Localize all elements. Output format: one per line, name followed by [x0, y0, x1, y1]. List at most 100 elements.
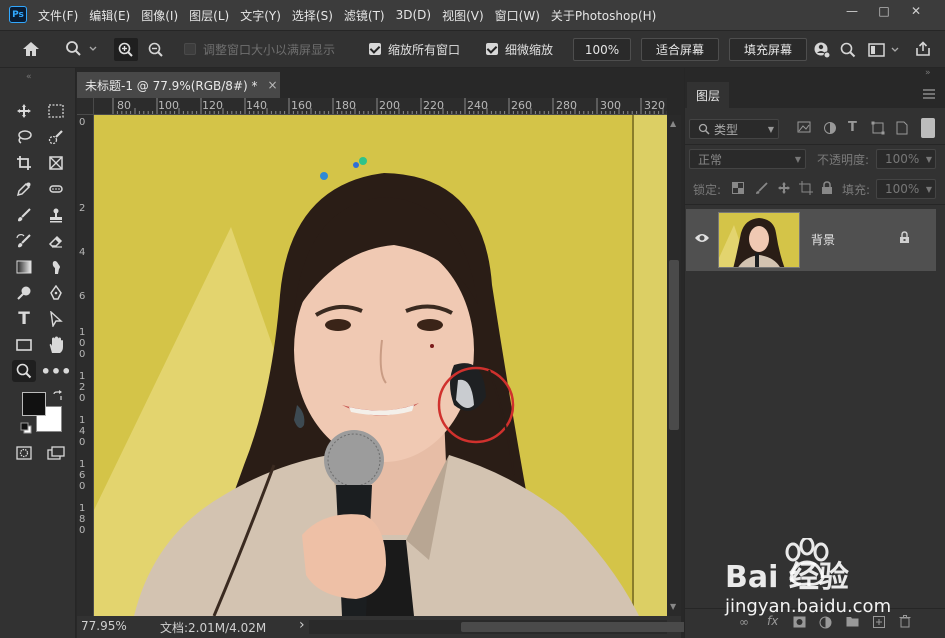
learn-icon[interactable] [812, 40, 832, 60]
lock-all-icon[interactable] [821, 181, 833, 195]
menu-layer[interactable]: 图层(L) [189, 7, 229, 24]
fill-screen-button[interactable]: 填充屏幕 [729, 38, 807, 61]
rectangle-icon[interactable] [12, 334, 36, 356]
menu-select[interactable]: 选择(S) [292, 7, 333, 24]
lock-label: 锁定: [693, 183, 722, 197]
menu-3d[interactable]: 3D(D) [396, 8, 431, 22]
fit-screen-button[interactable]: 适合屏幕 [641, 38, 719, 61]
zoom-100-button[interactable]: 100% [573, 38, 631, 61]
quick-mask-icon[interactable] [12, 442, 36, 464]
filter-pixel-icon[interactable] [797, 121, 811, 135]
dodge-icon[interactable] [12, 282, 36, 304]
menu-edit[interactable]: 编辑(E) [89, 7, 130, 24]
panel-menu-icon[interactable] [923, 88, 937, 100]
gradient-icon[interactable] [12, 256, 36, 278]
crop-icon[interactable] [12, 152, 36, 174]
zoom-all-windows-checkbox[interactable] [369, 43, 381, 55]
menu-view[interactable]: 视图(V) [442, 7, 484, 24]
document-tab[interactable]: 未标题-1 @ 77.9%(RGB/8#) * × [77, 72, 280, 98]
lock-transparent-icon[interactable] [732, 182, 744, 194]
layer-name[interactable]: 背景 [811, 231, 835, 248]
hand-icon[interactable] [44, 334, 68, 356]
filter-type-icon[interactable]: T [848, 120, 857, 135]
search-icon[interactable] [838, 40, 858, 60]
quick-select-icon[interactable] [44, 126, 68, 148]
more-icon[interactable]: ••• [41, 360, 72, 382]
resize-windows-label: 调整窗口大小以满屏显示 [203, 43, 336, 57]
filter-type-select[interactable]: 类型 ▼ [689, 119, 779, 139]
menu-filter[interactable]: 滤镜(T) [344, 7, 385, 24]
menu-file[interactable]: 文件(F) [38, 7, 78, 24]
default-colors-icon[interactable] [20, 422, 32, 434]
scroll-down-icon[interactable]: ▼ [670, 602, 676, 611]
panel-expand-icon[interactable]: » [925, 68, 931, 78]
zoom-level-readout[interactable]: 77.95% [81, 619, 127, 633]
layer-row[interactable]: 背景 [686, 209, 936, 271]
lock-artboard-icon[interactable] [799, 181, 813, 195]
frame-icon[interactable] [44, 152, 68, 174]
foreground-color-swatch[interactable] [22, 392, 46, 416]
pen-icon[interactable] [44, 282, 68, 304]
lasso-icon[interactable] [12, 126, 36, 148]
lock-pixels-icon[interactable] [755, 181, 769, 195]
share-icon[interactable] [912, 39, 934, 59]
move-icon[interactable] [12, 100, 36, 122]
document-title: 未标题-1 @ 77.9%(RGB/8#) * [85, 78, 258, 93]
screen-mode-icon[interactable] [44, 442, 68, 464]
type-icon[interactable]: T [12, 308, 36, 330]
menu-type[interactable]: 文字(Y) [240, 7, 281, 24]
zoom-tool-preset-icon[interactable] [63, 39, 99, 59]
close-document-button[interactable]: × [268, 78, 278, 92]
search-icon [698, 123, 710, 135]
document-canvas[interactable] [94, 115, 667, 616]
horizontal-scrollbar-thumb[interactable] [461, 622, 711, 632]
filter-shape-icon[interactable] [871, 121, 885, 135]
menu-list: 文件(F) 编辑(E) 图像(I) 图层(L) 文字(Y) 选择(S) 滤镜(T… [38, 0, 667, 30]
blend-mode-select[interactable]: 正常 ▼ [689, 149, 806, 169]
minimize-button[interactable]: — [836, 0, 868, 22]
menu-image[interactable]: 图像(I) [141, 7, 178, 24]
smudge-icon[interactable] [44, 256, 68, 278]
zoom-in-icon[interactable] [114, 38, 138, 61]
history-brush-icon[interactable] [12, 230, 36, 252]
menu-help[interactable]: 关于Photoshop(H) [551, 7, 656, 24]
filter-adjustment-icon[interactable] [823, 121, 837, 135]
path-select-icon[interactable] [44, 308, 68, 330]
eraser-icon[interactable] [44, 230, 68, 252]
lock-position-icon[interactable] [777, 181, 791, 195]
eye-icon[interactable] [694, 232, 710, 244]
eyedropper-icon[interactable] [12, 178, 36, 200]
zoom-out-icon[interactable] [144, 38, 168, 61]
maximize-button[interactable]: □ [868, 0, 900, 22]
tab-layers[interactable]: 图层 [687, 82, 729, 108]
horizontal-scrollbar[interactable] [309, 620, 711, 634]
opacity-field[interactable]: 100% ▼ [876, 149, 936, 169]
fill-field[interactable]: 100% ▼ [876, 179, 936, 199]
swap-colors-icon[interactable] [52, 390, 64, 402]
tools-panel: « T ••• [0, 68, 76, 638]
home-icon[interactable] [20, 39, 42, 59]
scroll-up-icon[interactable]: ▲ [670, 119, 676, 128]
close-button[interactable]: ✕ [900, 0, 932, 22]
stamp-icon[interactable] [44, 204, 68, 226]
menu-bar: Ps 文件(F) 编辑(E) 图像(I) 图层(L) 文字(Y) 选择(S) 滤… [0, 0, 945, 30]
scrollbar-thumb[interactable] [669, 260, 679, 430]
menu-window[interactable]: 窗口(W) [495, 7, 540, 24]
scrubby-zoom-checkbox[interactable] [486, 43, 498, 55]
ruler-label: 1 4 0 [79, 415, 86, 448]
spot-heal-icon[interactable] [44, 178, 68, 200]
brush-icon[interactable] [12, 204, 36, 226]
opacity-value: 100% [885, 152, 920, 166]
panel-collapse-icon[interactable]: « [26, 72, 32, 82]
marquee-icon[interactable] [44, 100, 68, 122]
lock-icon [899, 231, 911, 245]
zoom-icon[interactable] [12, 360, 36, 382]
ruler-label: 1 8 0 [79, 503, 86, 536]
filter-smart-object-icon[interactable] [896, 121, 910, 135]
vertical-scrollbar[interactable]: ▲ ▼ [667, 115, 681, 616]
resize-windows-checkbox[interactable] [184, 43, 196, 55]
workspace-icon[interactable] [866, 40, 902, 60]
chevron-down-icon: ▼ [925, 184, 932, 194]
filter-toggle-switch[interactable] [921, 118, 935, 138]
status-menu-arrow-icon[interactable]: › [299, 617, 305, 633]
